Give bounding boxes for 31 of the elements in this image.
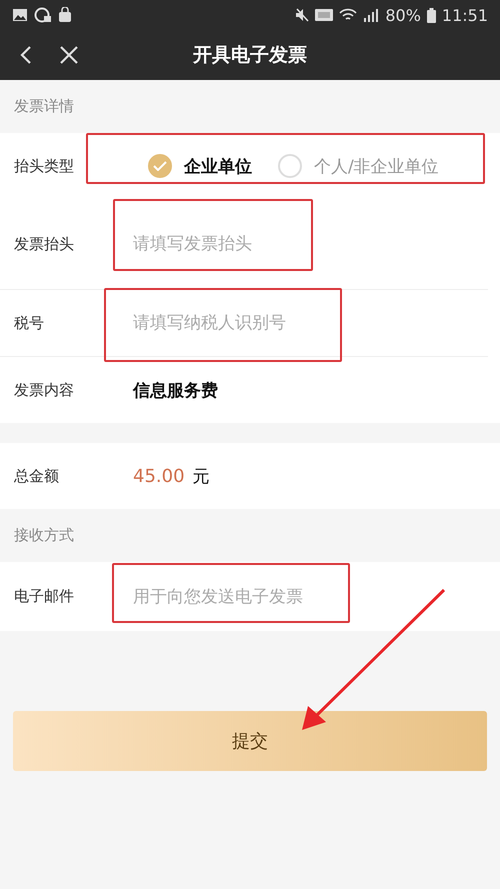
bag-icon <box>58 7 72 23</box>
section-header: 发票详情 <box>14 97 74 116</box>
currency-unit: 元 <box>192 466 210 488</box>
check-icon <box>153 161 167 171</box>
close-icon[interactable] <box>60 46 78 64</box>
field-label: 发票内容 <box>14 380 75 400</box>
wifi-icon <box>339 8 358 22</box>
image-icon <box>12 8 28 22</box>
back-icon[interactable] <box>20 45 32 65</box>
hd-icon <box>315 9 334 21</box>
field-label: 抬头类型 <box>14 156 75 176</box>
option-label[interactable]: 企业单位 <box>184 154 252 178</box>
mute-icon <box>295 8 310 22</box>
input-field[interactable]: 请填写发票抬头 <box>133 230 363 258</box>
field-label: 税号 <box>14 314 45 332</box>
field-label: 电子邮件 <box>14 587 75 606</box>
battery-percent: 80% <box>385 6 421 24</box>
radio-button[interactable] <box>148 154 172 178</box>
battery-icon <box>426 8 436 22</box>
input-field[interactable]: 请填写纳税人识别号 <box>133 309 363 337</box>
input-field[interactable]: 用于向您发送电子发票 <box>133 582 363 610</box>
field-label: 总金额 <box>14 466 60 486</box>
signal-icon <box>363 8 380 22</box>
amount-value: 45.00 <box>133 466 185 486</box>
field-label: 发票抬头 <box>14 234 75 254</box>
content-value: 信息服务费 <box>133 380 218 402</box>
page-title: 开具电子发票 <box>193 43 307 68</box>
submit-button[interactable]: 提交 <box>13 711 487 771</box>
section-header: 接收方式 <box>14 526 74 545</box>
radio-button[interactable] <box>278 154 302 178</box>
clock: 11:51 <box>442 6 488 24</box>
